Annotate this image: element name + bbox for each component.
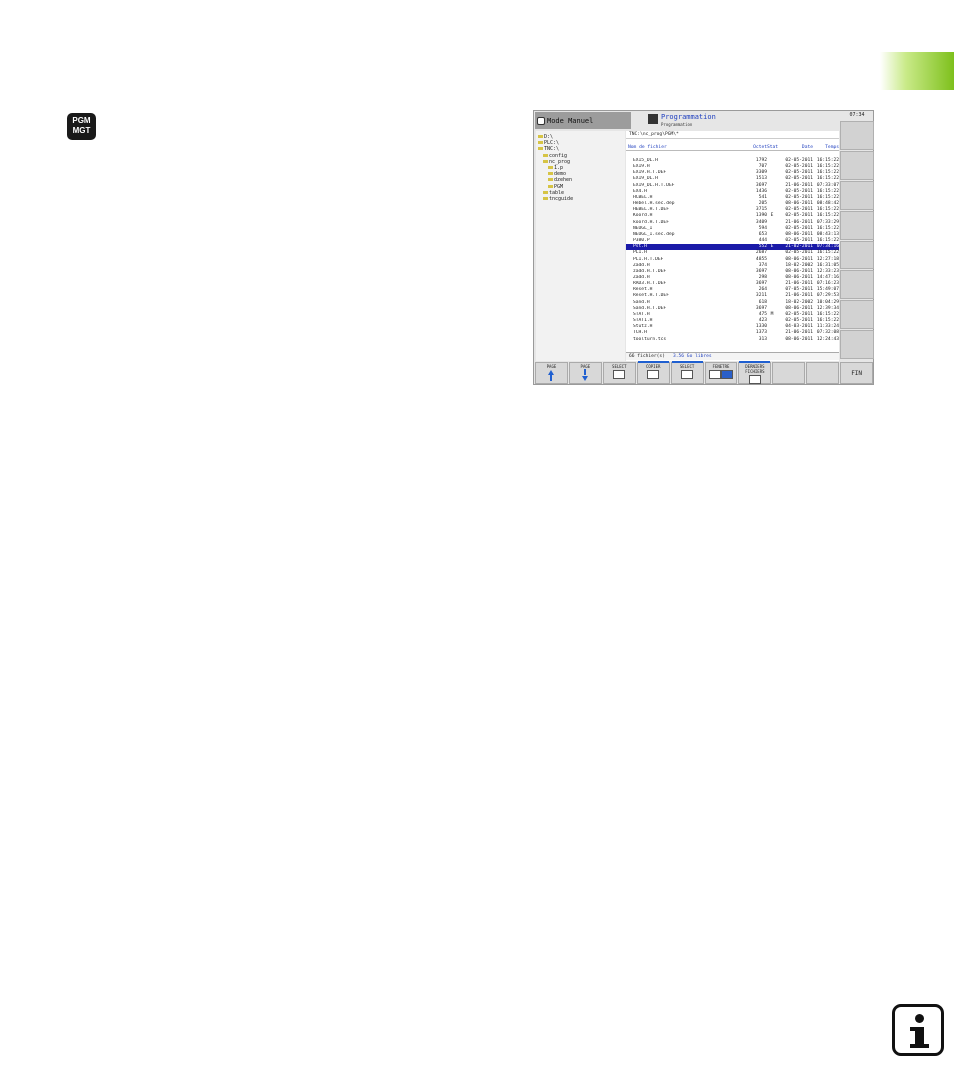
folder-icon xyxy=(543,153,548,157)
mode-label: Mode Manuel xyxy=(547,116,594,125)
side-softkey[interactable] xyxy=(840,270,874,300)
end-softkey[interactable]: FIN xyxy=(840,362,874,384)
folder-icon xyxy=(543,190,548,194)
window-softkey[interactable]: FENETRE xyxy=(704,362,738,384)
programming-header[interactable]: Programmation Programmation xyxy=(648,112,838,129)
side-softkey[interactable] xyxy=(840,121,874,150)
arrow-down-icon xyxy=(582,376,589,381)
folder-icon xyxy=(548,184,553,188)
programming-subtitle: Programmation xyxy=(661,122,693,127)
col-name[interactable]: Nom de fichier xyxy=(628,144,743,150)
chapter-tab xyxy=(880,52,954,90)
vertical-softkeys xyxy=(840,121,874,359)
pgm-key-line1: PGM xyxy=(72,116,91,125)
table-cell xyxy=(767,337,777,343)
page-up-softkey[interactable]: PAGE xyxy=(535,362,568,384)
pgm-key-line2: MGT xyxy=(72,126,91,135)
window-full-icon xyxy=(720,370,733,379)
copy-icon xyxy=(647,370,660,379)
file-select-icon xyxy=(613,370,626,379)
manual-mode-icon xyxy=(537,116,545,125)
table-cell: 12:24:43 xyxy=(816,336,839,342)
page-down-softkey[interactable]: PAGE xyxy=(568,362,602,384)
info-icon xyxy=(892,1004,944,1056)
empty-softkey[interactable] xyxy=(772,362,806,384)
col-bytes[interactable]: Octet xyxy=(743,144,767,150)
file-list: TNC:\nc_prog\PGM\* Nom de fichier Octet … xyxy=(626,131,839,361)
free-space: 3.56 Go libres xyxy=(672,354,712,359)
side-softkey[interactable] xyxy=(840,150,874,180)
select-softkey[interactable]: SELECT xyxy=(602,362,636,384)
file-rows: EX15_DL.H 1792 02-05-2011 16:15:22 EX19.H 707… xyxy=(626,158,839,343)
select-type-softkey[interactable]: SELECT xyxy=(670,361,704,384)
tree-item[interactable]: tncguide xyxy=(538,196,623,202)
window-split-icon xyxy=(708,370,721,379)
recent-files-softkey[interactable]: DERNIERS FICHIERS xyxy=(738,361,772,384)
table-cell: toolturn.tcs xyxy=(633,336,667,342)
softkey-label: SELECT xyxy=(679,364,695,369)
file-count: 66 fichier(s) xyxy=(629,354,665,359)
clock: 07:34 xyxy=(849,112,865,118)
programming-icon xyxy=(648,114,658,124)
softkey-label: PAGE xyxy=(580,364,591,369)
folder-icon xyxy=(548,166,553,170)
side-softkey[interactable] xyxy=(840,300,874,330)
empty-softkey[interactable] xyxy=(806,362,840,384)
table-row[interactable]: toolturn.tcs 313 08-06-2011 12:24:43 xyxy=(626,337,839,343)
folder-icon xyxy=(538,147,543,151)
folder-icon xyxy=(548,172,553,176)
col-stat[interactable]: Stat xyxy=(767,144,778,150)
col-date[interactable]: Date xyxy=(777,144,813,150)
status-footer: 66 fichier(s) 3.56 Go libres xyxy=(626,352,839,360)
softkey-label: COPIER xyxy=(645,364,661,369)
softkey-label: SELECT xyxy=(612,364,627,369)
mode-header[interactable]: Mode Manuel xyxy=(535,112,631,129)
side-softkey[interactable] xyxy=(840,180,874,210)
table-cell: 08-06-2011 xyxy=(785,336,813,342)
copy-softkey[interactable]: COPIER xyxy=(636,361,670,384)
folder-icon xyxy=(543,159,548,163)
programming-title: Programmation xyxy=(661,113,716,121)
current-path: TNC:\nc_prog\PGM\* xyxy=(626,131,839,139)
folder-icon xyxy=(538,141,543,145)
side-softkey[interactable] xyxy=(840,210,874,240)
tnc-screen: Mode Manuel Programmation Programmation … xyxy=(533,110,874,385)
softkey-label: PAGE xyxy=(546,364,557,369)
file-type-icon xyxy=(681,370,694,379)
recent-files-icon xyxy=(748,375,761,384)
softkey-label: DERNIERS FICHIERS xyxy=(745,364,765,374)
softkey-label: FIN xyxy=(851,370,863,377)
folder-icon xyxy=(538,135,543,138)
table-cell: 313 xyxy=(758,336,767,342)
column-headers[interactable]: Nom de fichier Octet Stat Date Temps xyxy=(626,144,839,151)
softkey-label: FENETRE xyxy=(712,364,730,369)
side-softkey[interactable] xyxy=(840,240,874,270)
directory-tree: D:\ PLC:\ TNC:\ config nc_prog 1.p demo dzehen P… xyxy=(536,131,625,361)
folder-icon xyxy=(548,178,553,182)
folder-icon xyxy=(543,197,548,201)
softkey-bar: PAGE PAGE SELECT COPIER SELECT FENETRE D… xyxy=(535,361,874,384)
pgm-mgt-key: PGM MGT xyxy=(67,113,96,140)
side-softkey[interactable] xyxy=(840,330,874,359)
col-time[interactable]: Temps xyxy=(813,144,839,150)
